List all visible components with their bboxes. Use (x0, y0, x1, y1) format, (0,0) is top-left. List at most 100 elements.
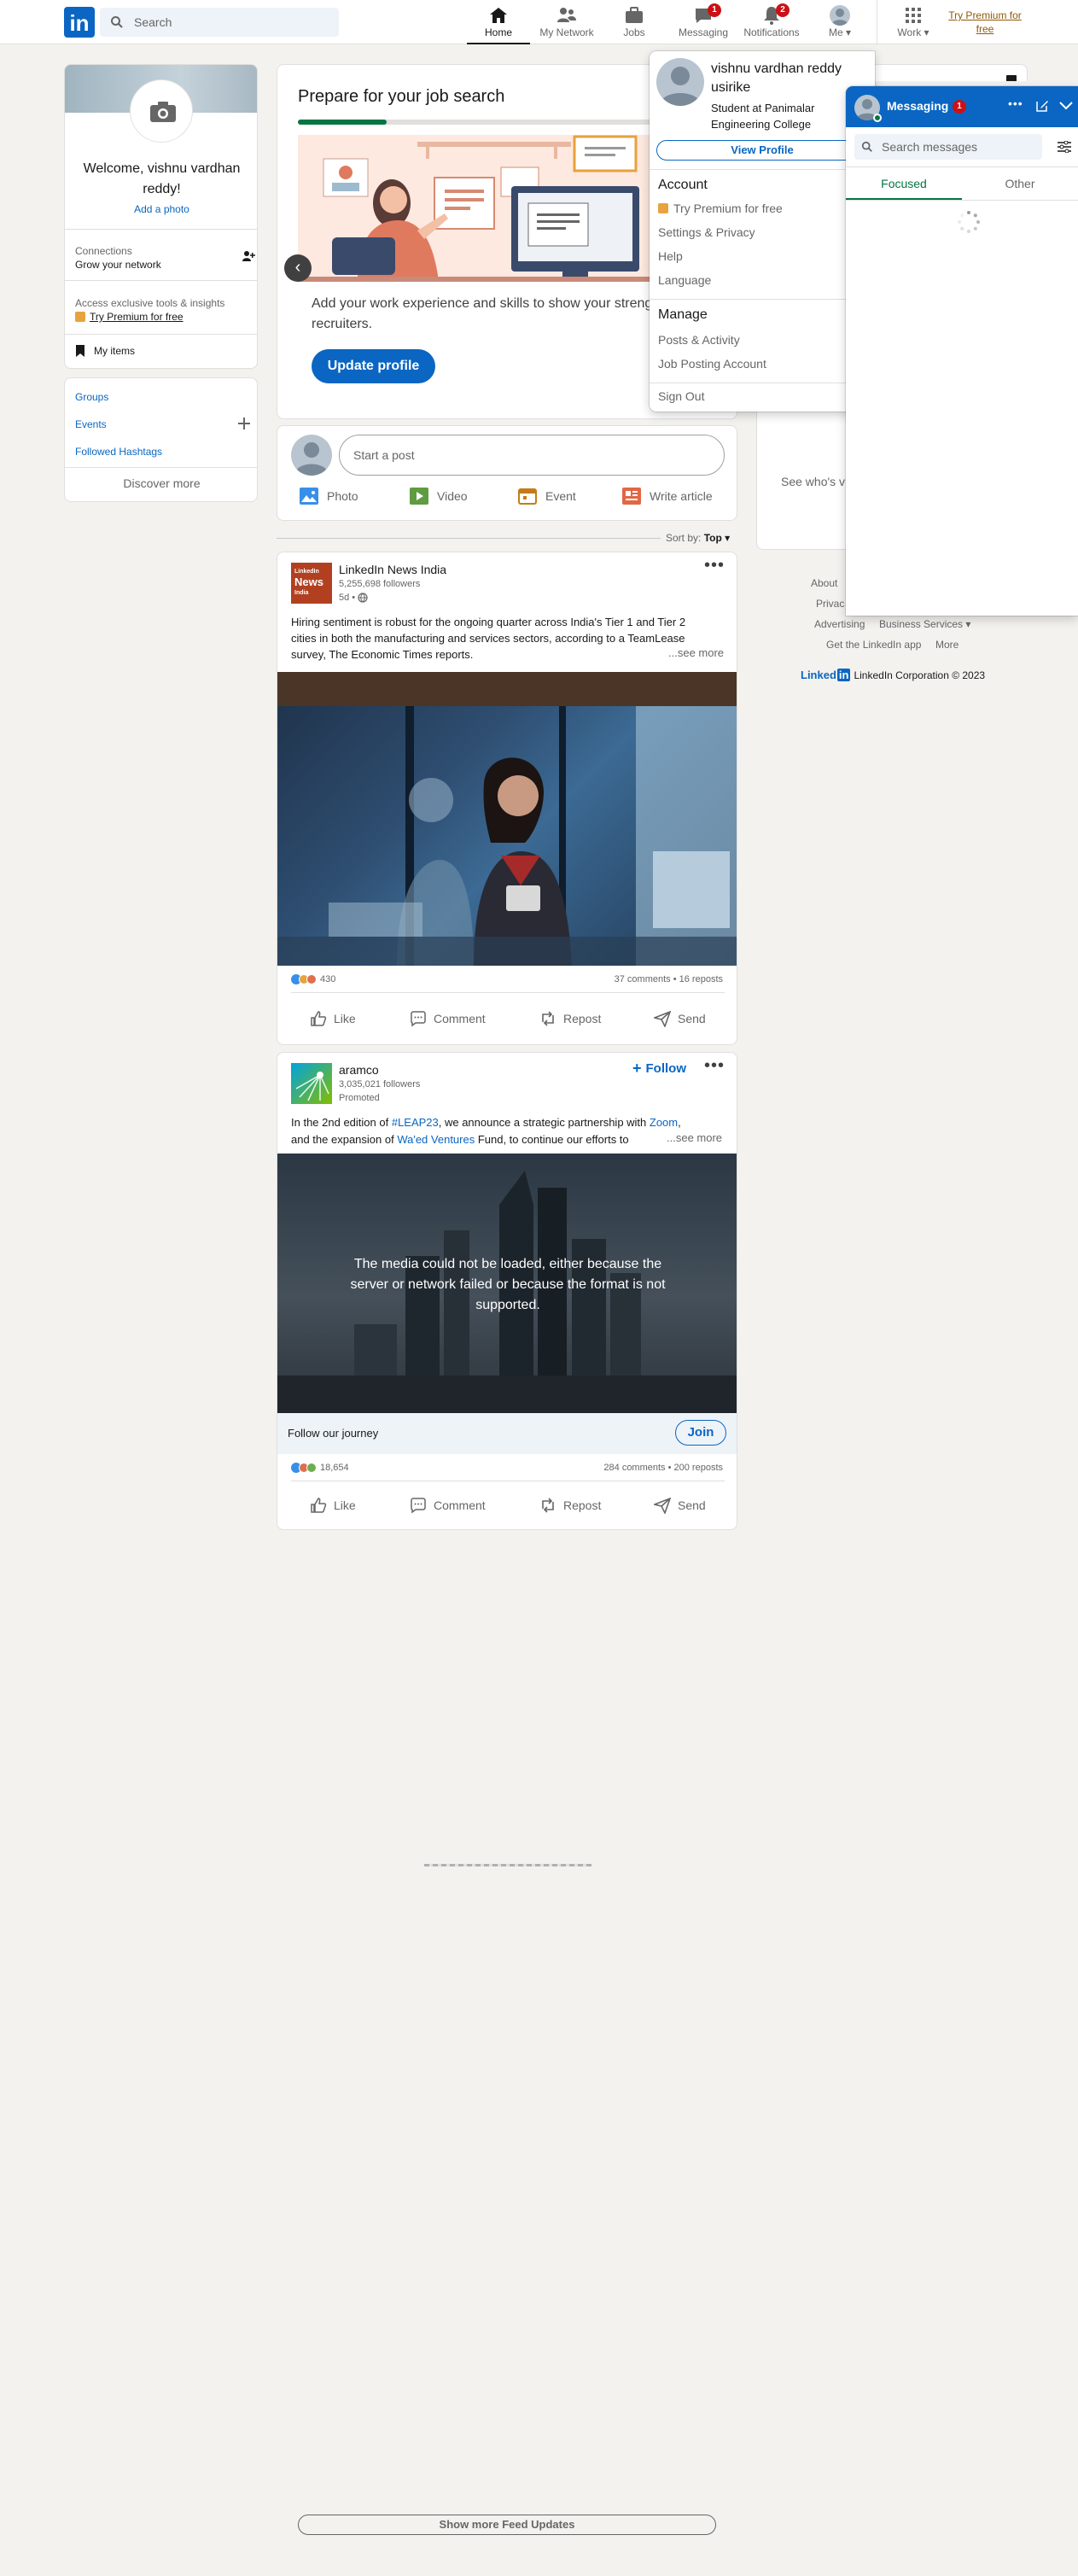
welcome-text[interactable]: Welcome, vishnu vardhan reddy! (65, 159, 257, 200)
profile-photo-placeholder[interactable] (131, 80, 192, 142)
search-icon (111, 16, 123, 28)
like-button[interactable]: Like (310, 1485, 356, 1526)
comment-button[interactable]: Comment (410, 1485, 486, 1526)
reactions-summary[interactable]: 430 (291, 974, 335, 984)
connections-row[interactable]: Connections Grow your network (75, 244, 255, 272)
filter-icon[interactable] (1058, 141, 1071, 153)
job-posting-account-link[interactable]: Job Posting Account (658, 357, 766, 371)
post-author-name[interactable]: LinkedIn News India (339, 563, 446, 576)
loading-spinner-icon (958, 211, 980, 233)
start-post-button[interactable]: Start a post (339, 435, 725, 476)
repost-button[interactable]: Repost (539, 998, 601, 1039)
sign-out-link[interactable]: Sign Out (658, 389, 704, 403)
carousel-prev-button[interactable]: ‹ (284, 254, 312, 282)
events-link[interactable]: Events (75, 418, 107, 430)
discover-more-button[interactable]: Discover more (65, 476, 257, 490)
hashtag-link[interactable]: #LEAP23 (392, 1116, 439, 1129)
photo-icon (300, 488, 318, 505)
camera-icon (150, 102, 176, 122)
show-more-feed-button[interactable]: Show more Feed Updates (298, 2515, 716, 2535)
comments-reposts-count[interactable]: 284 comments • 200 reposts (603, 1463, 723, 1473)
post-text-line-2: cities in both the manufacturing and ser… (291, 632, 685, 645)
comments-reposts-count[interactable]: 37 comments • 16 reposts (615, 974, 723, 984)
nav-jobs[interactable]: Jobs (609, 0, 660, 44)
add-photo-link[interactable]: Add a photo (65, 203, 257, 215)
post-menu-button[interactable]: ••• (704, 1056, 725, 1076)
footer-about-link[interactable]: About (811, 577, 837, 589)
network-icon (557, 8, 576, 22)
share-photo-button[interactable]: Photo (300, 488, 358, 505)
view-profile-button[interactable]: View Profile (656, 140, 868, 161)
posts-activity-link[interactable]: Posts & Activity (658, 333, 740, 347)
info-icon[interactable] (1006, 75, 1017, 81)
see-who-viewed-text[interactable]: See who's v (781, 475, 845, 488)
tab-other[interactable]: Other (962, 167, 1078, 200)
send-button[interactable]: Send (654, 998, 706, 1039)
follow-button[interactable]: + Follow (632, 1060, 686, 1078)
nav-me[interactable]: Me ▾ (818, 0, 862, 44)
help-link[interactable]: Help (658, 249, 683, 263)
groups-link[interactable]: Groups (75, 391, 108, 403)
my-items-row[interactable]: My items (75, 345, 135, 357)
nav-premium-link[interactable]: Try Premium for free (942, 9, 1028, 36)
footer-more-link[interactable]: More (935, 639, 959, 651)
nav-my-network[interactable]: My Network (533, 0, 600, 44)
share-video-button[interactable]: Video (410, 488, 468, 505)
footer-privacy-link[interactable]: Privac (816, 598, 844, 610)
see-more-button[interactable]: ...see more (667, 646, 725, 659)
footer-advertising-link[interactable]: Advertising (814, 618, 865, 630)
like-button[interactable]: Like (310, 998, 356, 1039)
grow-network-label: Grow your network (75, 259, 161, 271)
premium-link[interactable]: Try Premium for free (90, 310, 184, 324)
premium-promo[interactable]: Access exclusive tools & insights Try Pr… (75, 296, 250, 324)
update-profile-button[interactable]: Update profile (312, 349, 435, 383)
footer-business-link[interactable]: Business Services ▾ (879, 618, 970, 630)
tab-focused[interactable]: Focused (846, 167, 962, 200)
messaging-search[interactable]: Search messages (854, 134, 1042, 160)
sort-control[interactable]: Sort by: Top ▾ (666, 532, 730, 544)
comment-button[interactable]: Comment (410, 998, 486, 1039)
comment-icon (411, 1498, 426, 1514)
nav-work[interactable]: Work ▾ (888, 0, 939, 44)
search-box[interactable]: Search (100, 8, 339, 37)
repost-icon (542, 1498, 554, 1513)
see-more-button[interactable]: ...see more (663, 1131, 737, 1144)
post-image[interactable] (277, 672, 737, 966)
nav-notifications[interactable]: 2 Notifications (738, 0, 805, 44)
copyright-text: LinkedIn Corporation © 2023 (854, 669, 986, 681)
waed-link[interactable]: Wa'ed Ventures (397, 1133, 475, 1146)
post-author-name[interactable]: aramco (339, 1063, 379, 1077)
nav-messaging[interactable]: 1 Messaging (670, 0, 737, 44)
reactions-summary[interactable]: 18,654 (291, 1463, 349, 1473)
messaging-header[interactable]: Messaging 1 ••• (846, 86, 1078, 127)
language-link[interactable]: Language (658, 273, 711, 287)
search-input[interactable]: Search (134, 15, 172, 29)
menu-premium-link[interactable]: Try Premium for free (658, 202, 783, 215)
manage-section-title: Manage (658, 307, 708, 322)
share-avatar[interactable] (291, 435, 332, 476)
post-author-logo[interactable]: LinkedIn News India (291, 563, 332, 604)
post-author-logo[interactable] (291, 1063, 332, 1104)
join-button[interactable]: Join (675, 1420, 726, 1446)
nav-home[interactable]: Home (467, 0, 530, 44)
linkedin-logo-icon[interactable]: in (64, 7, 95, 38)
messaging-overlay: Messaging 1 ••• Search messages Focused … (846, 86, 1078, 616)
share-event-button[interactable]: Event (518, 488, 576, 505)
send-button[interactable]: Send (654, 1485, 706, 1526)
logo-text-3: India (294, 590, 309, 596)
repost-button[interactable]: Repost (539, 1485, 601, 1526)
messaging-search-input[interactable]: Search messages (882, 140, 977, 154)
add-event-icon[interactable] (238, 418, 250, 429)
post-video[interactable]: The media could not be loaded, either be… (277, 1154, 737, 1413)
followed-hashtags-link[interactable]: Followed Hashtags (75, 446, 162, 458)
footer-app-link[interactable]: Get the LinkedIn app (826, 639, 921, 651)
zoom-link[interactable]: Zoom (650, 1116, 678, 1129)
chevron-down-icon[interactable] (1059, 102, 1073, 110)
share-article-button[interactable]: Write article (622, 488, 713, 505)
settings-privacy-link[interactable]: Settings & Privacy (658, 225, 755, 239)
messaging-title: Messaging (887, 99, 949, 113)
messaging-options-button[interactable]: ••• (1008, 96, 1023, 110)
compose-icon[interactable] (1035, 99, 1049, 113)
post-menu-button[interactable]: ••• (704, 556, 725, 575)
menu-avatar[interactable] (656, 58, 704, 106)
